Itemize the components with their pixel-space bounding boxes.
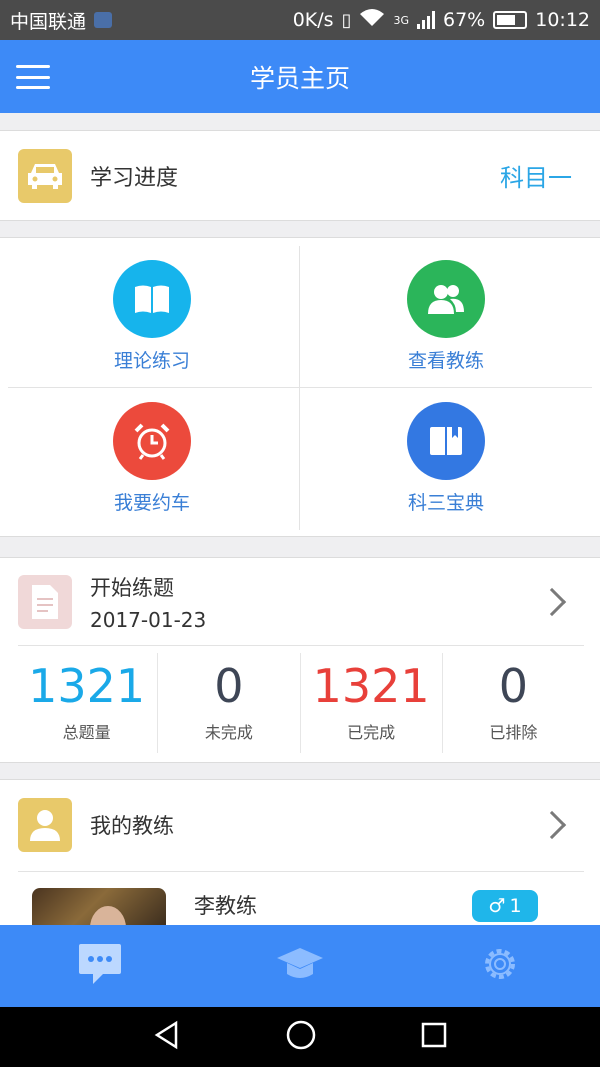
divider bbox=[18, 871, 584, 872]
book-car-button[interactable]: 我要约车 bbox=[6, 388, 298, 528]
recents-square-icon[interactable] bbox=[420, 1021, 448, 1053]
page-title: 学员主页 bbox=[249, 63, 350, 93]
chevron-right-icon bbox=[537, 810, 567, 840]
progress-label: 学习进度 bbox=[90, 165, 179, 191]
current-subject[interactable]: 科目一 bbox=[500, 158, 572, 193]
practice-card: 开始练题 2017-01-23 1321 总题量 0 未完成 1321 已完成 … bbox=[0, 557, 600, 763]
feature-label: 查看教练 bbox=[407, 349, 484, 372]
back-triangle-icon[interactable] bbox=[152, 1020, 182, 1054]
message-icon bbox=[77, 942, 123, 990]
battery-percent: 67% bbox=[443, 9, 486, 31]
vibrate-icon: ▯ bbox=[341, 9, 352, 31]
stat-value: 1321 bbox=[28, 659, 146, 713]
practice-date: 2017-01-23 bbox=[90, 608, 207, 632]
gender-badge: ♂ 1 bbox=[472, 890, 538, 922]
grid-divider bbox=[299, 246, 300, 530]
view-coach-button[interactable]: 查看教练 bbox=[300, 246, 592, 386]
clock-time: 10:12 bbox=[535, 9, 590, 31]
divider bbox=[18, 645, 584, 646]
status-right: 0K/s ▯ 3G 67% 10:12 bbox=[293, 8, 590, 33]
person-icon bbox=[18, 798, 72, 852]
system-nav-bar bbox=[0, 1007, 600, 1067]
graduation-cap-icon bbox=[275, 944, 325, 988]
car-icon bbox=[18, 148, 72, 203]
coach-section-title: 我的教练 bbox=[90, 814, 174, 838]
network-speed: 0K/s bbox=[292, 9, 334, 31]
stat-label: 总题量 bbox=[62, 723, 111, 742]
practice-title: 开始练题 bbox=[90, 576, 174, 600]
chevron-right-icon bbox=[537, 587, 567, 617]
stat-value: 0 bbox=[214, 659, 244, 713]
stat-finished: 1321 已完成 bbox=[301, 653, 443, 753]
tab-messages[interactable] bbox=[50, 925, 150, 1007]
tab-learning[interactable] bbox=[250, 925, 350, 1007]
status-bar: 中国联通 0K/s ▯ 3G 67% 10:12 bbox=[0, 0, 600, 40]
feature-label: 我要约车 bbox=[113, 491, 190, 514]
network-type: 3G bbox=[393, 13, 409, 27]
start-practice-row[interactable]: 开始练题 2017-01-23 bbox=[0, 558, 600, 646]
gear-icon bbox=[478, 942, 522, 990]
stat-value: 0 bbox=[498, 659, 529, 713]
app-bar: 学员主页 bbox=[0, 40, 600, 113]
stat-label: 未完成 bbox=[204, 723, 253, 742]
alarm-clock-icon bbox=[113, 401, 191, 480]
stat-unfinished: 0 未完成 bbox=[158, 653, 301, 753]
carrier-group: 中国联通 bbox=[10, 7, 113, 34]
bookmark-book-icon bbox=[407, 401, 485, 480]
my-coach-card: 我的教练 李教练 ♂ 1 bbox=[0, 779, 600, 948]
my-coach-row[interactable]: 我的教练 bbox=[0, 780, 600, 870]
people-icon bbox=[407, 259, 485, 338]
stat-value: 1321 bbox=[312, 659, 430, 713]
document-icon bbox=[18, 575, 72, 629]
home-circle-icon[interactable] bbox=[285, 1019, 317, 1055]
battery-icon bbox=[493, 11, 528, 29]
stat-excluded: 0 已排除 bbox=[443, 653, 584, 753]
coach-name[interactable]: 李教练 bbox=[194, 890, 257, 920]
theory-practice-button[interactable]: 理论练习 bbox=[6, 246, 298, 386]
signal-icon bbox=[417, 11, 435, 29]
feature-label: 科三宝典 bbox=[407, 491, 484, 514]
bottom-tab-bar bbox=[0, 925, 600, 1007]
wifi-icon bbox=[359, 8, 385, 33]
male-icon: ♂ bbox=[488, 895, 506, 917]
gender-badge-count: 1 bbox=[509, 895, 522, 917]
grid-divider bbox=[8, 387, 592, 388]
feature-grid: 理论练习 查看教练 我要约车 科三宝典 bbox=[0, 237, 600, 537]
sim-icon bbox=[94, 12, 113, 28]
stat-label: 已完成 bbox=[347, 723, 396, 742]
tab-settings[interactable] bbox=[450, 925, 550, 1007]
carrier-label: 中国联通 bbox=[10, 10, 87, 33]
learning-progress-row[interactable]: 学习进度 科目一 bbox=[0, 130, 600, 221]
stat-label: 已排除 bbox=[489, 723, 538, 742]
hamburger-menu-icon[interactable] bbox=[16, 65, 50, 89]
subject-three-guide-button[interactable]: 科三宝典 bbox=[300, 388, 592, 528]
book-icon bbox=[113, 259, 191, 338]
feature-label: 理论练习 bbox=[113, 349, 190, 372]
stat-total: 1321 总题量 bbox=[16, 653, 159, 753]
practice-stats: 1321 总题量 0 未完成 1321 已完成 0 已排除 bbox=[16, 653, 584, 753]
